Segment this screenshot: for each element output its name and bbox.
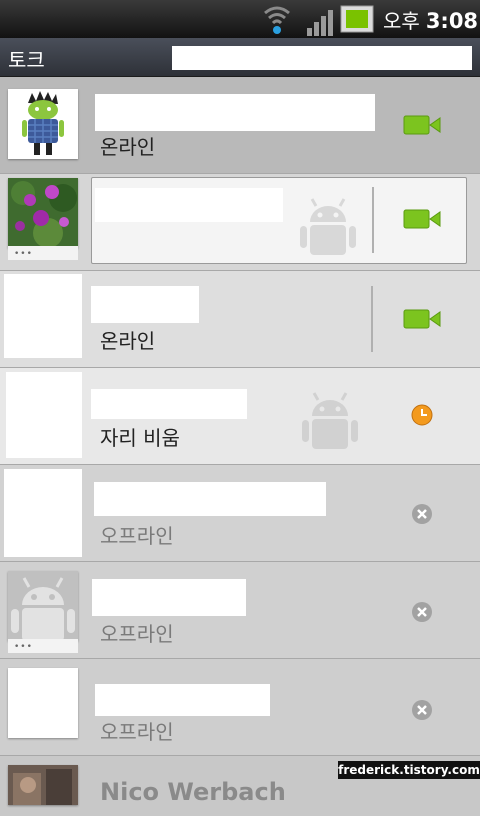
row-divider <box>371 286 373 352</box>
signal-strength-icon <box>307 10 333 36</box>
avatar-more: ••• <box>8 246 78 260</box>
contact-name-redacted <box>94 482 326 516</box>
android-avatar-icon <box>8 89 78 159</box>
default-android-avatar <box>8 571 78 641</box>
android-watermark-icon <box>302 392 358 449</box>
contact-row[interactable]: 자리 비움 <box>0 368 480 465</box>
status-message-input[interactable] <box>172 46 472 70</box>
contact-row[interactable]: 오프라인 <box>0 465 480 562</box>
contact-name-redacted <box>92 579 246 616</box>
contact-status: 오프라인 <box>100 622 174 646</box>
video-chat-icon[interactable] <box>403 115 441 135</box>
flower-photo-avatar <box>8 178 78 248</box>
contact-name-redacted <box>91 389 247 419</box>
contact-photo-avatar <box>8 765 78 805</box>
wifi-icon <box>264 6 290 34</box>
contact-avatar <box>6 372 82 458</box>
contact-avatar <box>8 668 78 738</box>
contact-avatar <box>4 274 82 358</box>
status-bar: 오후 3:08 <box>0 0 480 38</box>
clock-time: 3:08 <box>425 9 479 33</box>
away-clock-icon <box>411 404 433 426</box>
contact-status: 온라인 <box>100 329 156 353</box>
contact-name-redacted <box>91 286 199 323</box>
contact-status: 온라인 <box>100 135 156 159</box>
contact-row[interactable]: 온라인 <box>0 77 480 174</box>
contact-row[interactable]: 온라인 <box>0 271 480 368</box>
contact-row[interactable]: 오프라인 <box>0 659 480 756</box>
contact-name-redacted <box>95 94 375 131</box>
video-chat-icon[interactable] <box>403 209 441 229</box>
contact-status: 자리 비움 <box>100 426 180 450</box>
page-title: 토크 <box>8 48 45 72</box>
offline-x-icon <box>412 504 432 524</box>
contact-row[interactable]: ••• 오프라인 <box>0 562 480 659</box>
clock-ampm: 오후 <box>383 9 420 33</box>
battery-icon <box>340 5 374 33</box>
android-watermark-icon <box>300 198 356 255</box>
clock: 오후 3:08 <box>383 5 478 34</box>
contact-name: Nico Werbach <box>100 778 286 806</box>
avatar-more: ••• <box>8 639 78 653</box>
watermark-label: frederick.tistory.com <box>338 761 480 779</box>
contact-row[interactable]: ••• <box>0 174 480 271</box>
contact-status: 오프라인 <box>100 524 174 548</box>
contact-avatar <box>4 469 82 557</box>
video-chat-icon[interactable] <box>403 309 441 329</box>
offline-x-icon <box>412 700 432 720</box>
title-bar: 토크 <box>0 38 480 77</box>
contact-status: 오프라인 <box>100 720 174 744</box>
row-divider <box>372 187 374 253</box>
contact-name-redacted <box>95 684 270 716</box>
contact-name-redacted <box>95 188 283 222</box>
offline-x-icon <box>412 602 432 622</box>
